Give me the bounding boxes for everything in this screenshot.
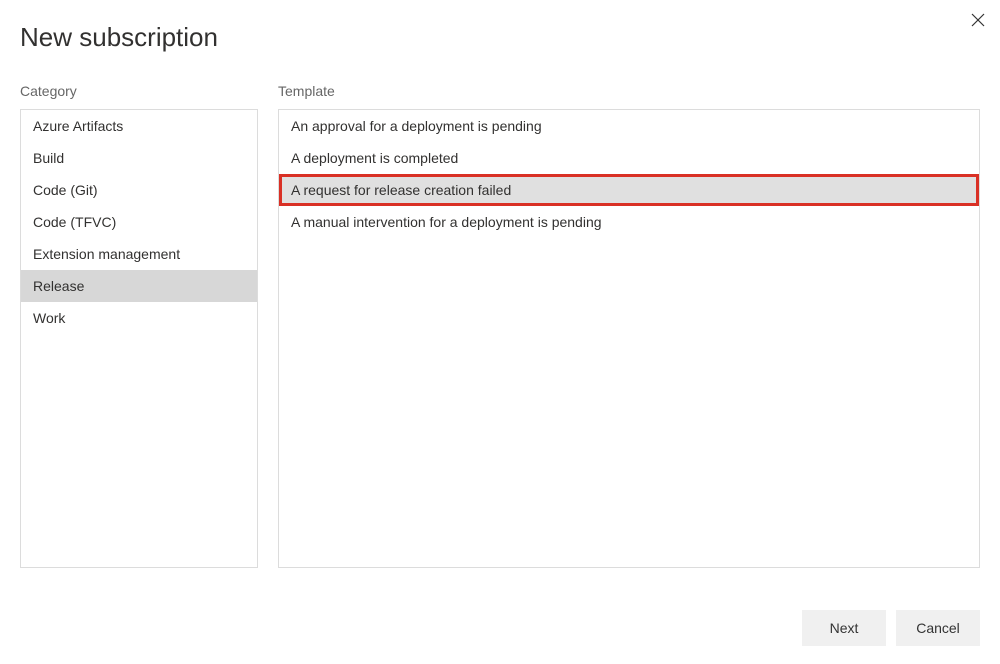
cancel-button[interactable]: Cancel	[896, 610, 980, 646]
section-labels: Category Template	[20, 83, 980, 99]
category-item-code-git[interactable]: Code (Git)	[21, 174, 257, 206]
close-button[interactable]	[966, 8, 990, 32]
category-label: Category	[20, 83, 258, 99]
close-icon	[971, 13, 985, 27]
dialog-footer: Next Cancel	[802, 610, 980, 646]
dialog-title: New subscription	[20, 22, 980, 53]
category-list: Azure Artifacts Build Code (Git) Code (T…	[20, 109, 258, 568]
panels-row: Azure Artifacts Build Code (Git) Code (T…	[20, 109, 980, 568]
category-item-azure-artifacts[interactable]: Azure Artifacts	[21, 110, 257, 142]
new-subscription-dialog: New subscription Category Template Azure…	[0, 0, 1000, 664]
category-item-code-tfvc[interactable]: Code (TFVC)	[21, 206, 257, 238]
template-label: Template	[278, 83, 980, 99]
category-item-extension-management[interactable]: Extension management	[21, 238, 257, 270]
template-item-approval-pending[interactable]: An approval for a deployment is pending	[279, 110, 979, 142]
category-item-work[interactable]: Work	[21, 302, 257, 334]
template-item-release-creation-failed[interactable]: A request for release creation failed	[279, 174, 979, 206]
template-item-manual-intervention-pending[interactable]: A manual intervention for a deployment i…	[279, 206, 979, 238]
template-item-deployment-completed[interactable]: A deployment is completed	[279, 142, 979, 174]
template-list: An approval for a deployment is pending …	[278, 109, 980, 568]
next-button[interactable]: Next	[802, 610, 886, 646]
category-item-build[interactable]: Build	[21, 142, 257, 174]
category-item-release[interactable]: Release	[21, 270, 257, 302]
